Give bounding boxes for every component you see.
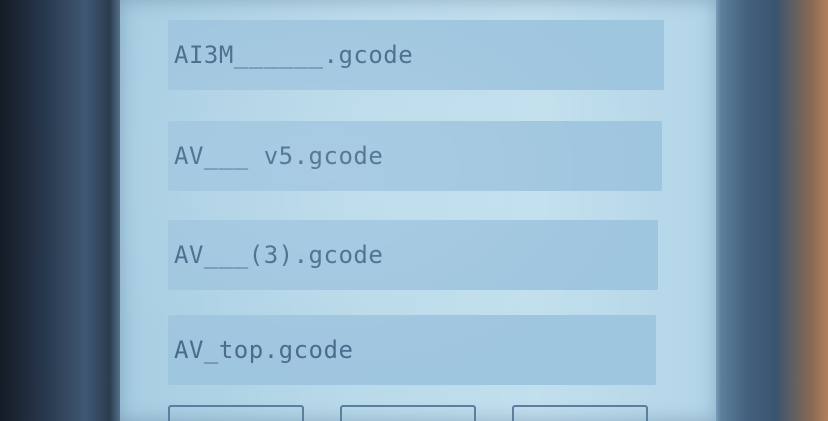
device-bezel-left — [0, 0, 122, 421]
file-list-item[interactable]: AV___ v5.gcode — [168, 121, 662, 191]
file-name: AV___ v5.gcode — [174, 142, 384, 170]
file-name: AV___(3).gcode — [174, 241, 384, 269]
bottom-button-row — [120, 405, 716, 421]
file-list: AI3M______.gcode AV___ v5.gcode AV___(3)… — [120, 0, 716, 421]
bottom-button-middle[interactable] — [340, 405, 476, 421]
file-list-item[interactable]: AI3M______.gcode — [168, 20, 664, 90]
device-bezel-right — [712, 0, 828, 421]
file-list-item[interactable]: AV___(3).gcode — [168, 220, 658, 290]
file-name: AI3M______.gcode — [174, 41, 414, 69]
bottom-button-left[interactable] — [168, 405, 304, 421]
file-list-item[interactable]: AV_top.gcode — [168, 315, 656, 385]
device-photo: AI3M______.gcode AV___ v5.gcode AV___(3)… — [0, 0, 828, 421]
touch-screen: AI3M______.gcode AV___ v5.gcode AV___(3)… — [120, 0, 716, 421]
file-name: AV_top.gcode — [174, 336, 354, 364]
bottom-button-right[interactable] — [512, 405, 648, 421]
